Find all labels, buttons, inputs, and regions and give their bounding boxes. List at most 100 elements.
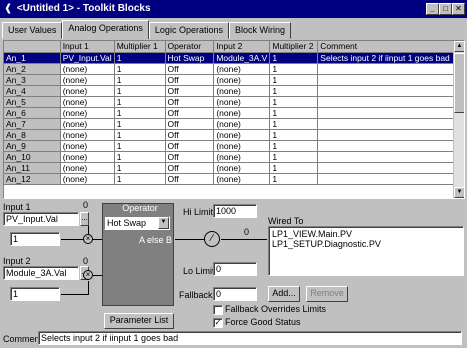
list-item[interactable]: LP1_SETUP.Diagnostic.PV bbox=[272, 239, 460, 249]
input1-field[interactable]: PV_Input.Val bbox=[3, 212, 79, 226]
table-cell[interactable] bbox=[317, 118, 464, 130]
table-cell[interactable]: (none) bbox=[213, 85, 271, 97]
table-cell[interactable]: Off bbox=[165, 162, 215, 174]
table-cell[interactable]: 1 bbox=[114, 96, 166, 108]
table-cell[interactable]: 1 bbox=[269, 74, 319, 86]
table-cell[interactable] bbox=[317, 85, 464, 97]
table-cell[interactable] bbox=[317, 74, 464, 86]
table-cell[interactable]: (none) bbox=[213, 74, 271, 86]
tab-block-wiring[interactable]: Block Wiring bbox=[228, 22, 291, 39]
table-cell[interactable]: Off bbox=[165, 140, 215, 152]
fallback-overrides-checkbox[interactable] bbox=[213, 305, 223, 315]
row-header[interactable]: An_7 bbox=[4, 118, 61, 130]
row-header[interactable]: An_4 bbox=[4, 85, 61, 97]
operations-grid[interactable]: Input 1 Multiplier 1 Operator Input 2 Mu… bbox=[3, 40, 465, 199]
input1-browse-button[interactable]: ... bbox=[80, 212, 89, 226]
column-header[interactable]: Input 1 bbox=[60, 41, 115, 53]
table-cell[interactable]: (none) bbox=[213, 107, 271, 119]
column-header[interactable] bbox=[4, 41, 61, 53]
column-header[interactable]: Operator bbox=[165, 41, 215, 53]
table-cell[interactable]: 1 bbox=[269, 173, 319, 185]
table-cell[interactable]: 1 bbox=[269, 162, 319, 174]
table-cell[interactable]: (none) bbox=[213, 140, 271, 152]
table-cell[interactable]: 1 bbox=[269, 52, 319, 64]
table-row[interactable]: An_3 (none) 1 Off (none) 1 bbox=[4, 74, 464, 86]
table-cell[interactable]: Off bbox=[165, 85, 215, 97]
scroll-down-icon[interactable]: ▼ bbox=[454, 187, 464, 198]
table-cell[interactable]: (none) bbox=[60, 173, 115, 185]
table-cell[interactable]: 1 bbox=[269, 118, 319, 130]
table-cell[interactable]: (none) bbox=[60, 118, 115, 130]
scroll-up-icon[interactable]: ▲ bbox=[454, 41, 464, 52]
table-cell[interactable]: (none) bbox=[213, 96, 271, 108]
table-row[interactable]: An_9 (none) 1 Off (none) 1 bbox=[4, 140, 464, 152]
row-header[interactable]: An_2 bbox=[4, 63, 61, 75]
table-cell[interactable]: Off bbox=[165, 151, 215, 163]
table-cell[interactable]: (none) bbox=[213, 63, 271, 75]
table-cell[interactable]: 1 bbox=[269, 107, 319, 119]
multiplier1-field[interactable]: 1 bbox=[10, 232, 60, 246]
table-cell[interactable] bbox=[317, 151, 464, 163]
table-cell[interactable]: 1 bbox=[114, 162, 166, 174]
tab-user-values[interactable]: User Values bbox=[2, 22, 63, 39]
row-header[interactable]: An_8 bbox=[4, 129, 61, 141]
row-header[interactable]: An_9 bbox=[4, 140, 61, 152]
table-row[interactable]: An_11 (none) 1 Off (none) 1 bbox=[4, 162, 464, 174]
table-cell[interactable] bbox=[317, 107, 464, 119]
hi-limit-field[interactable]: 1000 bbox=[213, 204, 257, 218]
parameter-list-button[interactable]: Parameter List bbox=[104, 313, 174, 329]
list-item[interactable]: LP1_VIEW.Main.PV bbox=[272, 229, 460, 239]
table-cell[interactable]: Off bbox=[165, 63, 215, 75]
scroll-thumb[interactable] bbox=[454, 53, 464, 113]
column-header[interactable]: Input 2 bbox=[213, 41, 271, 53]
table-cell[interactable]: (none) bbox=[60, 85, 115, 97]
table-cell[interactable]: Selects input 2 if iinput 1 goes bad bbox=[317, 52, 464, 64]
table-cell[interactable]: 1 bbox=[114, 129, 166, 141]
table-cell[interactable]: (none) bbox=[60, 63, 115, 75]
row-header[interactable]: An_6 bbox=[4, 107, 61, 119]
row-header[interactable]: An_12 bbox=[4, 173, 61, 185]
table-cell[interactable] bbox=[317, 63, 464, 75]
table-row[interactable]: An_8 (none) 1 Off (none) 1 bbox=[4, 129, 464, 141]
tab-analog-operations[interactable]: Analog Operations bbox=[62, 20, 149, 39]
table-cell[interactable]: 1 bbox=[114, 173, 166, 185]
table-row[interactable]: An_1 PV_Input.Val 1 Hot Swap Module_3A.V 1 Sel… bbox=[4, 52, 464, 64]
table-cell[interactable]: 1 bbox=[269, 151, 319, 163]
table-cell[interactable] bbox=[317, 162, 464, 174]
table-cell[interactable] bbox=[317, 129, 464, 141]
table-cell[interactable]: 1 bbox=[114, 140, 166, 152]
table-cell[interactable]: (none) bbox=[60, 129, 115, 141]
table-cell[interactable]: Off bbox=[165, 118, 215, 130]
table-cell[interactable]: (none) bbox=[60, 107, 115, 119]
add-button[interactable]: Add... bbox=[268, 286, 300, 302]
table-cell[interactable]: Module_3A.V bbox=[213, 52, 271, 64]
table-cell[interactable]: PV_Input.Val bbox=[60, 52, 115, 64]
maximize-button[interactable]: □ bbox=[439, 3, 452, 15]
fallback-field[interactable]: 0 bbox=[213, 287, 257, 301]
row-header[interactable]: An_5 bbox=[4, 96, 61, 108]
table-cell[interactable]: Off bbox=[165, 129, 215, 141]
table-cell[interactable]: (none) bbox=[213, 151, 271, 163]
table-cell[interactable]: Off bbox=[165, 173, 215, 185]
input2-field[interactable]: Module_3A.Val bbox=[3, 266, 79, 280]
table-row[interactable]: An_12 (none) 1 Off (none) 1 bbox=[4, 173, 464, 185]
table-cell[interactable]: (none) bbox=[213, 129, 271, 141]
table-cell[interactable]: Off bbox=[165, 96, 215, 108]
table-cell[interactable]: 1 bbox=[269, 129, 319, 141]
table-cell[interactable]: 1 bbox=[114, 107, 166, 119]
table-row[interactable]: An_6 (none) 1 Off (none) 1 bbox=[4, 107, 464, 119]
column-header[interactable]: Comment bbox=[317, 41, 464, 53]
table-cell[interactable]: Off bbox=[165, 74, 215, 86]
table-cell[interactable]: 1 bbox=[269, 63, 319, 75]
row-header[interactable]: An_3 bbox=[4, 74, 61, 86]
table-row[interactable]: An_7 (none) 1 Off (none) 1 bbox=[4, 118, 464, 130]
column-header[interactable]: Multiplier 1 bbox=[114, 41, 166, 53]
remove-button[interactable]: Remove bbox=[306, 286, 348, 302]
table-cell[interactable]: 1 bbox=[114, 52, 166, 64]
table-cell[interactable]: 1 bbox=[114, 63, 166, 75]
table-cell[interactable]: 1 bbox=[114, 151, 166, 163]
grid-scrollbar[interactable]: ▲ ▼ bbox=[453, 41, 464, 198]
table-row[interactable]: An_4 (none) 1 Off (none) 1 bbox=[4, 85, 464, 97]
minimize-button[interactable]: _ bbox=[426, 3, 439, 15]
table-cell[interactable]: (none) bbox=[60, 162, 115, 174]
